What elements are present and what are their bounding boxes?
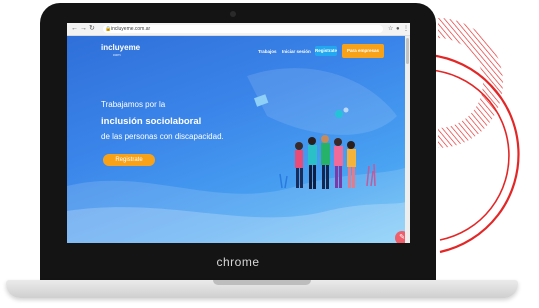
url-text: incluyeme.com.ar: [111, 26, 151, 32]
browser-toolbar: ← → ↻ 🔒 incluyeme.com.ar ☆ ● ⋮: [67, 23, 410, 36]
menu-icon[interactable]: ⋮: [403, 24, 409, 34]
reload-icon[interactable]: ↻: [89, 24, 95, 34]
address-bar[interactable]: 🔒 incluyeme.com.ar: [103, 25, 383, 33]
scrollbar-thumb[interactable]: [406, 38, 409, 64]
back-icon[interactable]: ←: [71, 24, 78, 34]
laptop-base: [6, 280, 518, 298]
camera-icon: [230, 11, 236, 17]
laptop-notch: [213, 280, 311, 285]
star-icon[interactable]: ☆: [388, 24, 393, 34]
website-page: incluyeme com Trabajos Iniciar sesión Re…: [67, 36, 410, 243]
scrollbar[interactable]: [405, 36, 410, 243]
laptop-screen: ← → ↻ 🔒 incluyeme.com.ar ☆ ● ⋮ incluyeme…: [67, 23, 410, 243]
laptop-brand: chrome: [216, 255, 260, 269]
profile-icon[interactable]: ●: [396, 24, 400, 34]
forward-icon[interactable]: →: [80, 24, 87, 34]
people-illustration: [253, 94, 376, 189]
